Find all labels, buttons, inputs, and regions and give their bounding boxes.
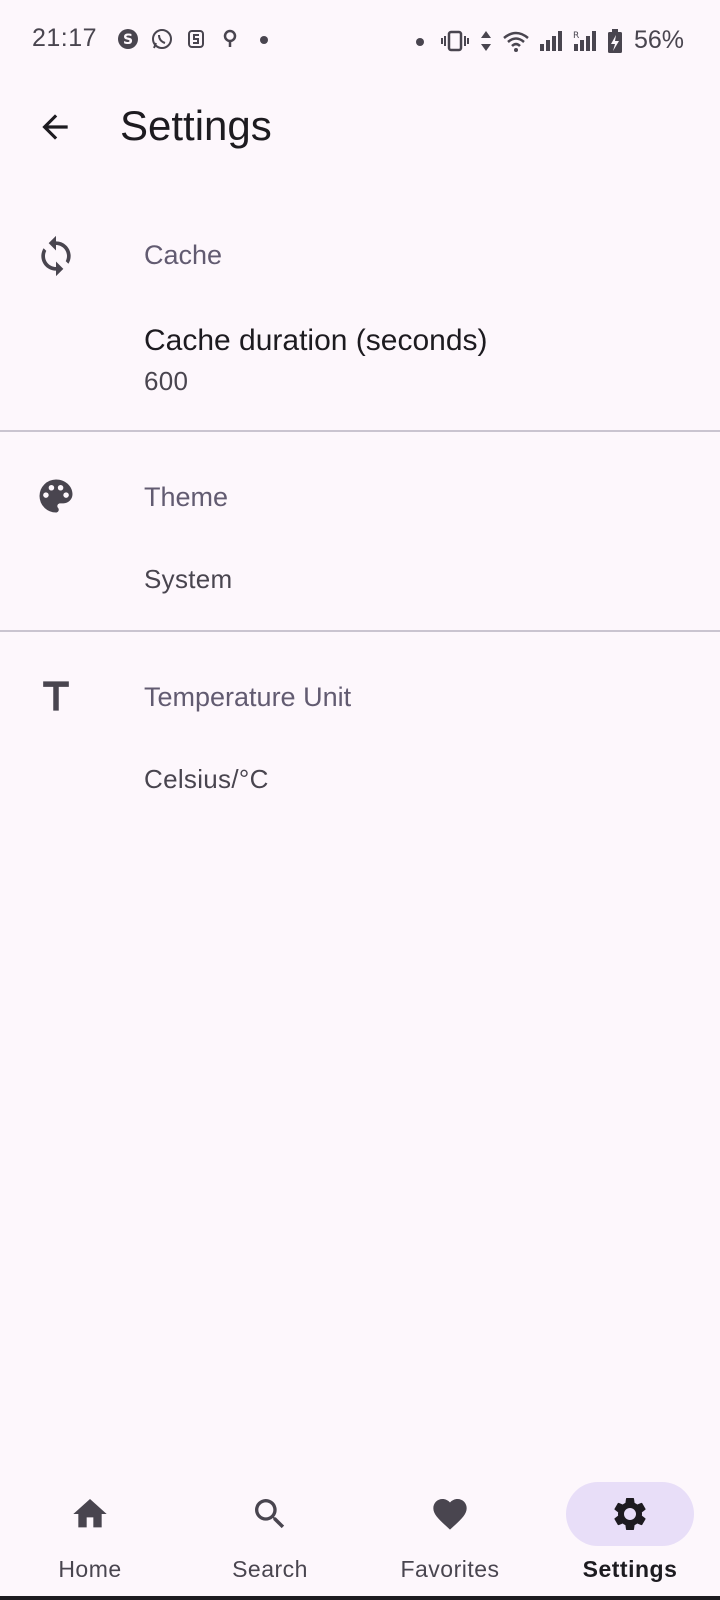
theme-section: Theme System bbox=[0, 432, 720, 630]
wifi-icon bbox=[502, 28, 530, 54]
signal-r-icon: R bbox=[572, 28, 598, 54]
temperature-unit-preference[interactable]: Celsius/°C bbox=[0, 742, 720, 822]
cache-section: Cache Cache duration (seconds) 600 bbox=[0, 180, 720, 432]
section-heading-cache: Cache bbox=[144, 240, 223, 270]
cache-duration-preference[interactable]: Cache duration (seconds) 600 bbox=[0, 312, 720, 422]
nav-label: Favorites bbox=[400, 1556, 500, 1582]
skype-icon: S bbox=[116, 26, 140, 52]
search-icon bbox=[250, 1494, 290, 1534]
pref-summary: Celsius/°C bbox=[144, 764, 269, 794]
data-arrows-icon bbox=[478, 28, 494, 54]
s-app-icon bbox=[184, 26, 208, 52]
nav-item-favorites[interactable]: Favorites bbox=[360, 1456, 540, 1600]
arrow-back-icon bbox=[42, 114, 68, 140]
top-app-bar: Settings bbox=[0, 80, 720, 180]
system-icons: R 56% bbox=[408, 26, 684, 55]
svg-text:S: S bbox=[123, 32, 133, 48]
pref-summary: 600 bbox=[144, 366, 189, 396]
back-button[interactable] bbox=[26, 98, 84, 156]
temperature-section: Temperature Unit Celsius/°C bbox=[0, 632, 720, 832]
heart-icon bbox=[430, 1494, 470, 1534]
page-title: Settings bbox=[120, 102, 272, 149]
home-indicator bbox=[0, 1596, 720, 1600]
nav-item-search[interactable]: Search bbox=[180, 1456, 360, 1600]
section-heading-theme: Theme bbox=[144, 482, 229, 512]
location-icon bbox=[218, 26, 242, 52]
vibrate-icon bbox=[440, 28, 470, 54]
bottom-navigation: Home Search Favorites Settings bbox=[0, 1456, 720, 1600]
notification-icons: S bbox=[116, 26, 276, 52]
whatsapp-icon bbox=[150, 26, 174, 52]
status-bar: 21:17 S R 56% bbox=[0, 0, 720, 80]
palette-icon bbox=[32, 472, 80, 520]
nav-item-home[interactable]: Home bbox=[0, 1456, 180, 1600]
nav-label: Search bbox=[232, 1556, 308, 1582]
battery-charging-icon bbox=[606, 28, 624, 54]
nav-label: Settings bbox=[582, 1556, 678, 1582]
nav-label: Home bbox=[58, 1556, 122, 1582]
pref-summary: System bbox=[144, 564, 233, 594]
dot-icon bbox=[252, 26, 276, 52]
section-heading-temperature: Temperature Unit bbox=[144, 682, 352, 712]
theme-preference[interactable]: System bbox=[0, 542, 720, 622]
nav-item-settings[interactable]: Settings bbox=[540, 1456, 720, 1600]
dot-icon bbox=[408, 28, 432, 54]
pref-title: Cache duration (seconds) bbox=[144, 324, 488, 357]
sync-icon bbox=[32, 232, 80, 280]
status-time: 21:17 bbox=[32, 24, 98, 52]
gear-icon bbox=[610, 1494, 650, 1534]
text-t-icon bbox=[32, 672, 80, 720]
signal-icon bbox=[538, 28, 564, 54]
home-icon bbox=[70, 1494, 110, 1534]
svg-text:R: R bbox=[573, 31, 579, 41]
battery-percent: 56% bbox=[633, 26, 684, 54]
